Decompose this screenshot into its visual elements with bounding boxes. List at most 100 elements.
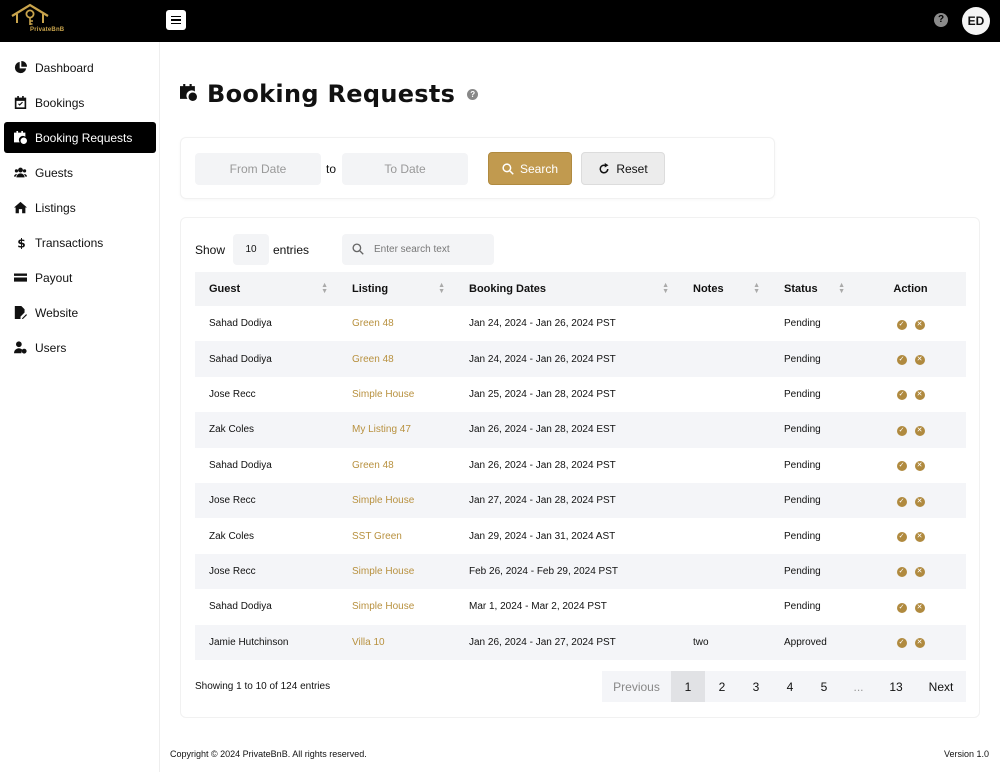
decline-icon[interactable]: ✕ (914, 567, 925, 578)
listing-link[interactable]: My Listing 47 (352, 424, 411, 435)
sort-icon: ▲ ▼ (662, 282, 669, 295)
listing-link[interactable]: Simple House (352, 389, 414, 400)
decline-icon[interactable]: ✕ (914, 496, 925, 507)
decline-icon[interactable]: ✕ (914, 425, 925, 436)
booking-dates-cell: Jan 25, 2024 - Jan 28, 2024 PST (469, 388, 616, 400)
approve-icon[interactable]: ✓ (896, 319, 907, 330)
listing-link[interactable]: Villa 10 (352, 637, 385, 648)
sidebar-item-guests[interactable]: Guests (4, 157, 156, 188)
pagination-page-button[interactable]: 1 (671, 671, 705, 702)
table-row: Jamie Hutchinson Villa 10 Jan 26, 2024 - J… (195, 624, 966, 660)
search-button[interactable]: Search (488, 152, 572, 185)
sidebar-item-website[interactable]: Website (4, 297, 156, 328)
listing-link[interactable]: Green 48 (352, 354, 394, 365)
sidebar-item-bookings[interactable]: Bookings (4, 87, 156, 118)
sidebar-item-users[interactable]: Users (4, 332, 156, 363)
approve-icon[interactable]: ✓ (896, 496, 907, 507)
guest-cell: Zak Coles (209, 424, 255, 436)
action-cell: ✓ ✕ (855, 589, 966, 624)
approve-icon[interactable]: ✓ (896, 355, 907, 366)
dollar-icon: $ (12, 236, 28, 250)
approve-icon[interactable]: ✓ (896, 390, 907, 401)
column-header-booking-dates[interactable]: Booking Dates ▲ ▼ (455, 272, 679, 306)
sort-icon: ▲ ▼ (438, 282, 445, 295)
help-icon[interactable]: ? (934, 13, 948, 27)
user-gear-icon (12, 341, 28, 355)
show-label: Show (195, 243, 226, 257)
pagination-page-button[interactable]: 3 (739, 671, 773, 702)
guest-cell: Sahad Dodiya (209, 318, 272, 330)
pagination-previous-button[interactable]: Previous (602, 671, 671, 702)
to-date-input[interactable] (342, 153, 468, 185)
reset-button[interactable]: Reset (581, 152, 665, 185)
sidebar-item-booking-requests[interactable]: Booking Requests (4, 122, 156, 153)
listing-link[interactable]: Green 48 (352, 318, 394, 329)
app-logo[interactable]: PrivateBnB (8, 3, 68, 39)
pagination-page-button[interactable]: 2 (705, 671, 739, 702)
guest-cell: Sahad Dodiya (209, 353, 272, 365)
approve-icon[interactable]: ✓ (896, 461, 907, 472)
action-cell: ✓ ✕ (855, 448, 966, 483)
user-avatar[interactable]: ED (962, 7, 990, 35)
action-cell: ✓ ✕ (855, 306, 966, 341)
table-header-row: Guest ▲ ▼ Listing ▲ ▼ Booking Dates ▲ ▼ Notes ▲… (195, 272, 966, 306)
listing-link[interactable]: Simple House (352, 495, 414, 506)
column-header-listing[interactable]: Listing ▲ ▼ (338, 272, 455, 306)
approve-icon[interactable]: ✓ (896, 567, 907, 578)
logo-house-key-icon (11, 3, 49, 25)
decline-icon[interactable]: ✕ (914, 355, 925, 366)
sidebar-item-transactions[interactable]: $ Transactions (4, 227, 156, 258)
listing-cell: Simple House (338, 377, 455, 412)
booking-dates-cell: Mar 1, 2024 - Mar 2, 2024 PST (469, 601, 607, 613)
decline-icon[interactable]: ✕ (914, 461, 925, 472)
menu-toggle-button[interactable] (166, 10, 186, 30)
approve-icon[interactable]: ✓ (896, 638, 907, 649)
approve-icon[interactable]: ✓ (896, 532, 907, 543)
entries-per-page-select[interactable]: 10 (233, 234, 269, 265)
pagination-next-button[interactable]: Next (916, 671, 966, 702)
listing-link[interactable]: SST Green (352, 531, 402, 542)
listing-link[interactable]: Simple House (352, 601, 414, 612)
decline-icon[interactable]: ✕ (914, 602, 925, 613)
table-search-input[interactable] (374, 234, 489, 265)
action-cell: ✓ ✕ (855, 341, 966, 376)
status-cell: Pending (784, 601, 821, 613)
listing-cell: Green 48 (338, 341, 455, 376)
footer-version: Version 1.0 (944, 749, 990, 759)
booking-dates-cell: Jan 27, 2024 - Jan 28, 2024 PST (469, 495, 616, 507)
column-header-status[interactable]: Status ▲ ▼ (770, 272, 855, 306)
status-cell: Pending (784, 424, 821, 436)
listing-link[interactable]: Green 48 (352, 460, 394, 471)
notes-cell (679, 448, 770, 483)
svg-text:$: $ (17, 236, 25, 249)
from-date-input[interactable] (195, 153, 321, 185)
column-header-notes[interactable]: Notes ▲ ▼ (679, 272, 770, 306)
approve-icon[interactable]: ✓ (896, 602, 907, 613)
help-icon[interactable]: ? (467, 88, 479, 100)
calendar-clock-icon (12, 131, 28, 145)
hamburger-icon-line (171, 19, 181, 21)
decline-icon[interactable]: ✕ (914, 532, 925, 543)
pagination-page-button[interactable]: 4 (773, 671, 807, 702)
pagination-page-button[interactable]: 13 (876, 671, 916, 702)
column-header-guest[interactable]: Guest ▲ ▼ (195, 272, 338, 306)
column-header-label: Guest (209, 283, 241, 295)
notes-cell (679, 306, 770, 341)
decline-icon[interactable]: ✕ (914, 319, 925, 330)
guest-cell: Jose Recc (209, 495, 256, 507)
decline-icon[interactable]: ✕ (914, 390, 925, 401)
pagination-page-button[interactable]: 5 (807, 671, 841, 702)
status-cell: Pending (784, 353, 821, 365)
sidebar-item-payout[interactable]: Payout (4, 262, 156, 293)
approve-icon[interactable]: ✓ (896, 425, 907, 436)
decline-icon[interactable]: ✕ (914, 638, 925, 649)
booking-dates-cell: Feb 26, 2024 - Feb 29, 2024 PST (469, 565, 618, 577)
sidebar-item-listings[interactable]: Listings (4, 192, 156, 223)
pagination-ellipsis: ... (841, 671, 876, 702)
column-header-label: Listing (352, 283, 389, 295)
calendar-clock-icon (180, 84, 197, 104)
sidebar-item-dashboard[interactable]: Dashboard (4, 52, 156, 83)
listing-cell: Villa 10 (338, 625, 455, 660)
listing-link[interactable]: Simple House (352, 566, 414, 577)
sort-icon: ▲ ▼ (753, 282, 760, 295)
